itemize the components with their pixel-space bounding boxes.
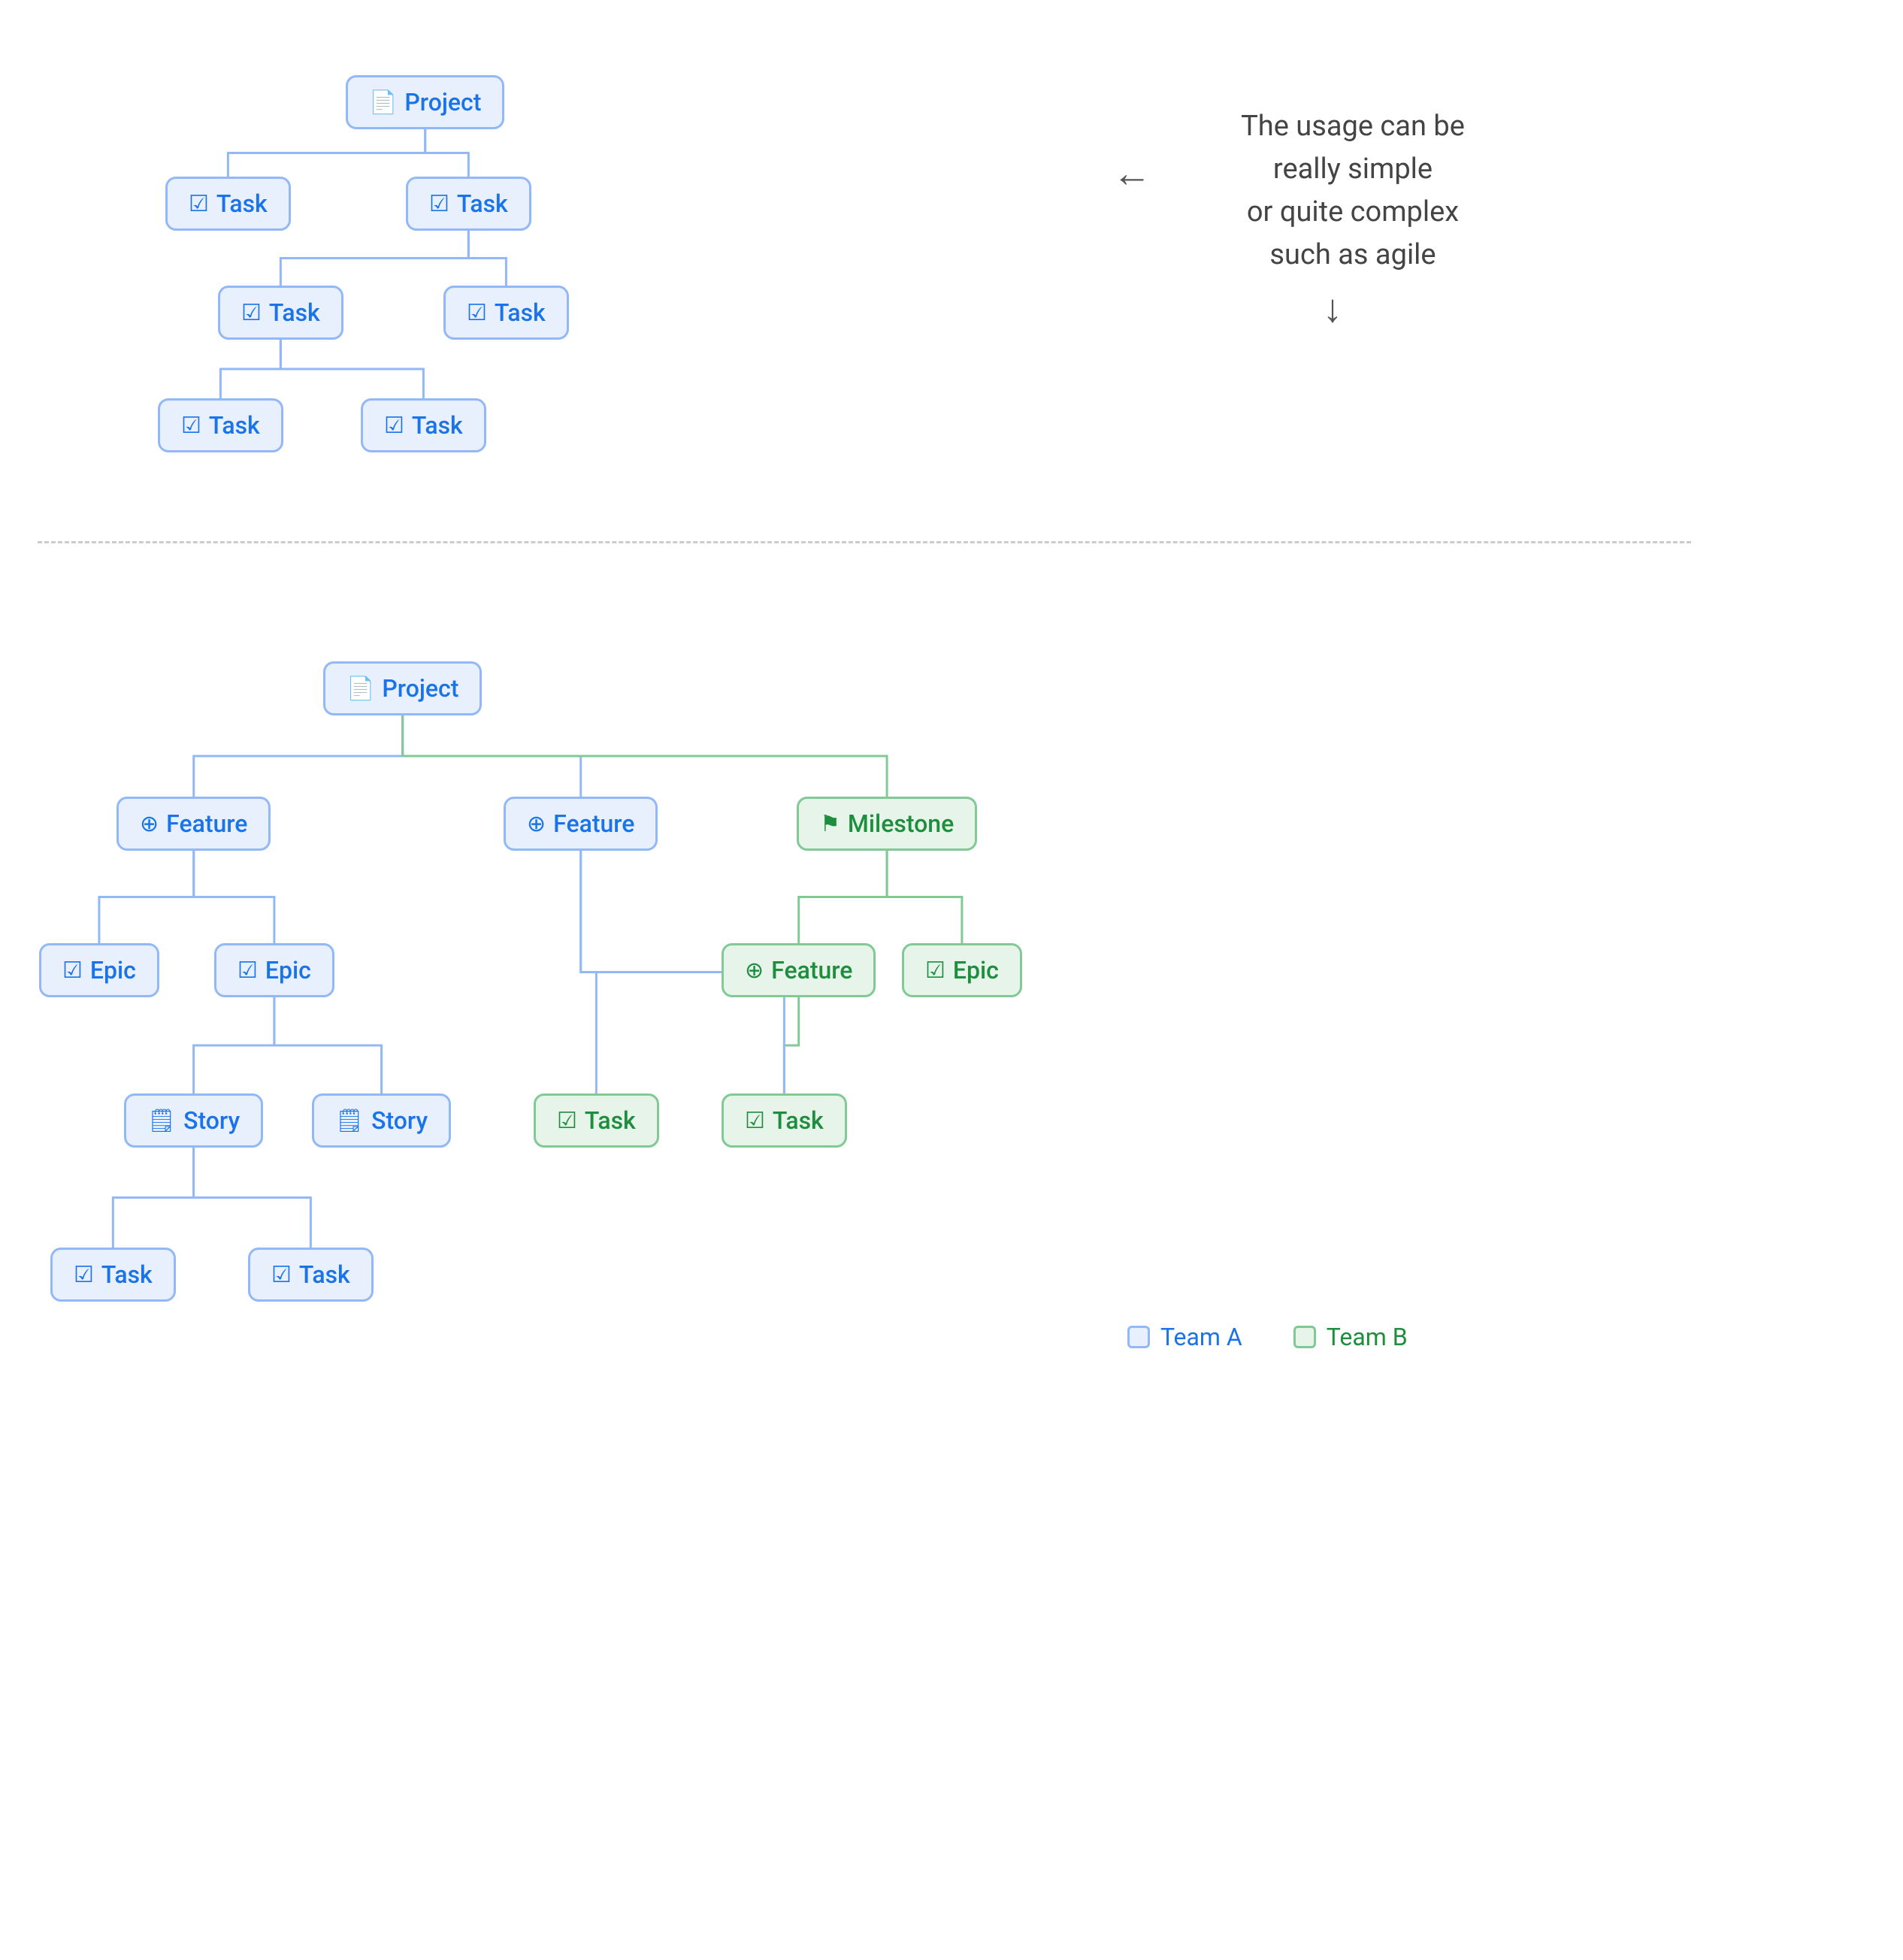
task-label-4: Task (495, 298, 546, 327)
annotation-text: The usage can be really simple or quite … (1165, 105, 1541, 277)
green-task-node-2: ☑ Task (722, 1093, 847, 1148)
story-node-1: 🗒 Story (124, 1093, 263, 1148)
project-label: Project (404, 88, 481, 116)
blue-task-node-2: ☑ Task (248, 1248, 374, 1302)
feature-node-3: ⊕ Feature (722, 943, 876, 997)
task-label-5: Task (209, 411, 260, 440)
story-label-2: Story (371, 1106, 428, 1135)
feature-label-2: Feature (553, 809, 634, 838)
story-label-1: Story (183, 1106, 240, 1135)
legend-dot-team-b (1293, 1326, 1316, 1348)
blue-task-label-1: Task (101, 1260, 153, 1289)
milestone-node: ⚑ Milestone (797, 797, 977, 851)
task-label-3: Task (269, 298, 320, 327)
feature-node-1: ⊕ Feature (116, 797, 271, 851)
feature-label-1: Feature (166, 809, 247, 838)
project-node: 📄 Project (346, 75, 504, 129)
arrow-down-icon: ↓ (1323, 286, 1342, 331)
task-label-6: Task (412, 411, 463, 440)
epic-node-1: ☑ Epic (39, 943, 159, 997)
legend-dot-team-a (1127, 1326, 1150, 1348)
story-node-2: 🗒 Story (312, 1093, 451, 1148)
task-node-5: ☑ Task (158, 398, 283, 452)
task-label-1: Task (216, 189, 268, 218)
arrow-left-icon: ← (1112, 150, 1151, 196)
task-node-4: ☑ Task (443, 286, 569, 340)
feature-node-2: ⊕ Feature (504, 797, 658, 851)
epic-label-3: Epic (953, 956, 999, 985)
legend-label-team-a: Team A (1160, 1323, 1242, 1351)
task-node-1: ☑ Task (165, 177, 291, 231)
project-node-2: 📄 Project (323, 661, 482, 715)
task-node-2: ☑ Task (406, 177, 531, 231)
legend-label-team-b: Team B (1327, 1323, 1408, 1351)
green-task-label-1: Task (585, 1106, 636, 1135)
feature-label-3: Feature (771, 956, 852, 985)
legend: Team A Team B (1127, 1323, 1408, 1351)
task-node-3: ☑ Task (218, 286, 343, 340)
green-task-label-2: Task (773, 1106, 824, 1135)
milestone-label: Milestone (848, 809, 954, 838)
green-task-node-1: ☑ Task (534, 1093, 659, 1148)
project-icon: 📄 (369, 89, 397, 116)
section-divider (38, 541, 1691, 543)
blue-task-label-2: Task (299, 1260, 350, 1289)
epic-label-1: Epic (90, 956, 136, 985)
project-label-2: Project (382, 674, 458, 703)
epic-node-3: ☑ Epic (902, 943, 1022, 997)
task-label-2: Task (457, 189, 508, 218)
blue-task-node-1: ☑ Task (50, 1248, 176, 1302)
epic-node-2: ☑ Epic (214, 943, 334, 997)
epic-label-2: Epic (265, 956, 311, 985)
task-node-6: ☑ Task (361, 398, 486, 452)
